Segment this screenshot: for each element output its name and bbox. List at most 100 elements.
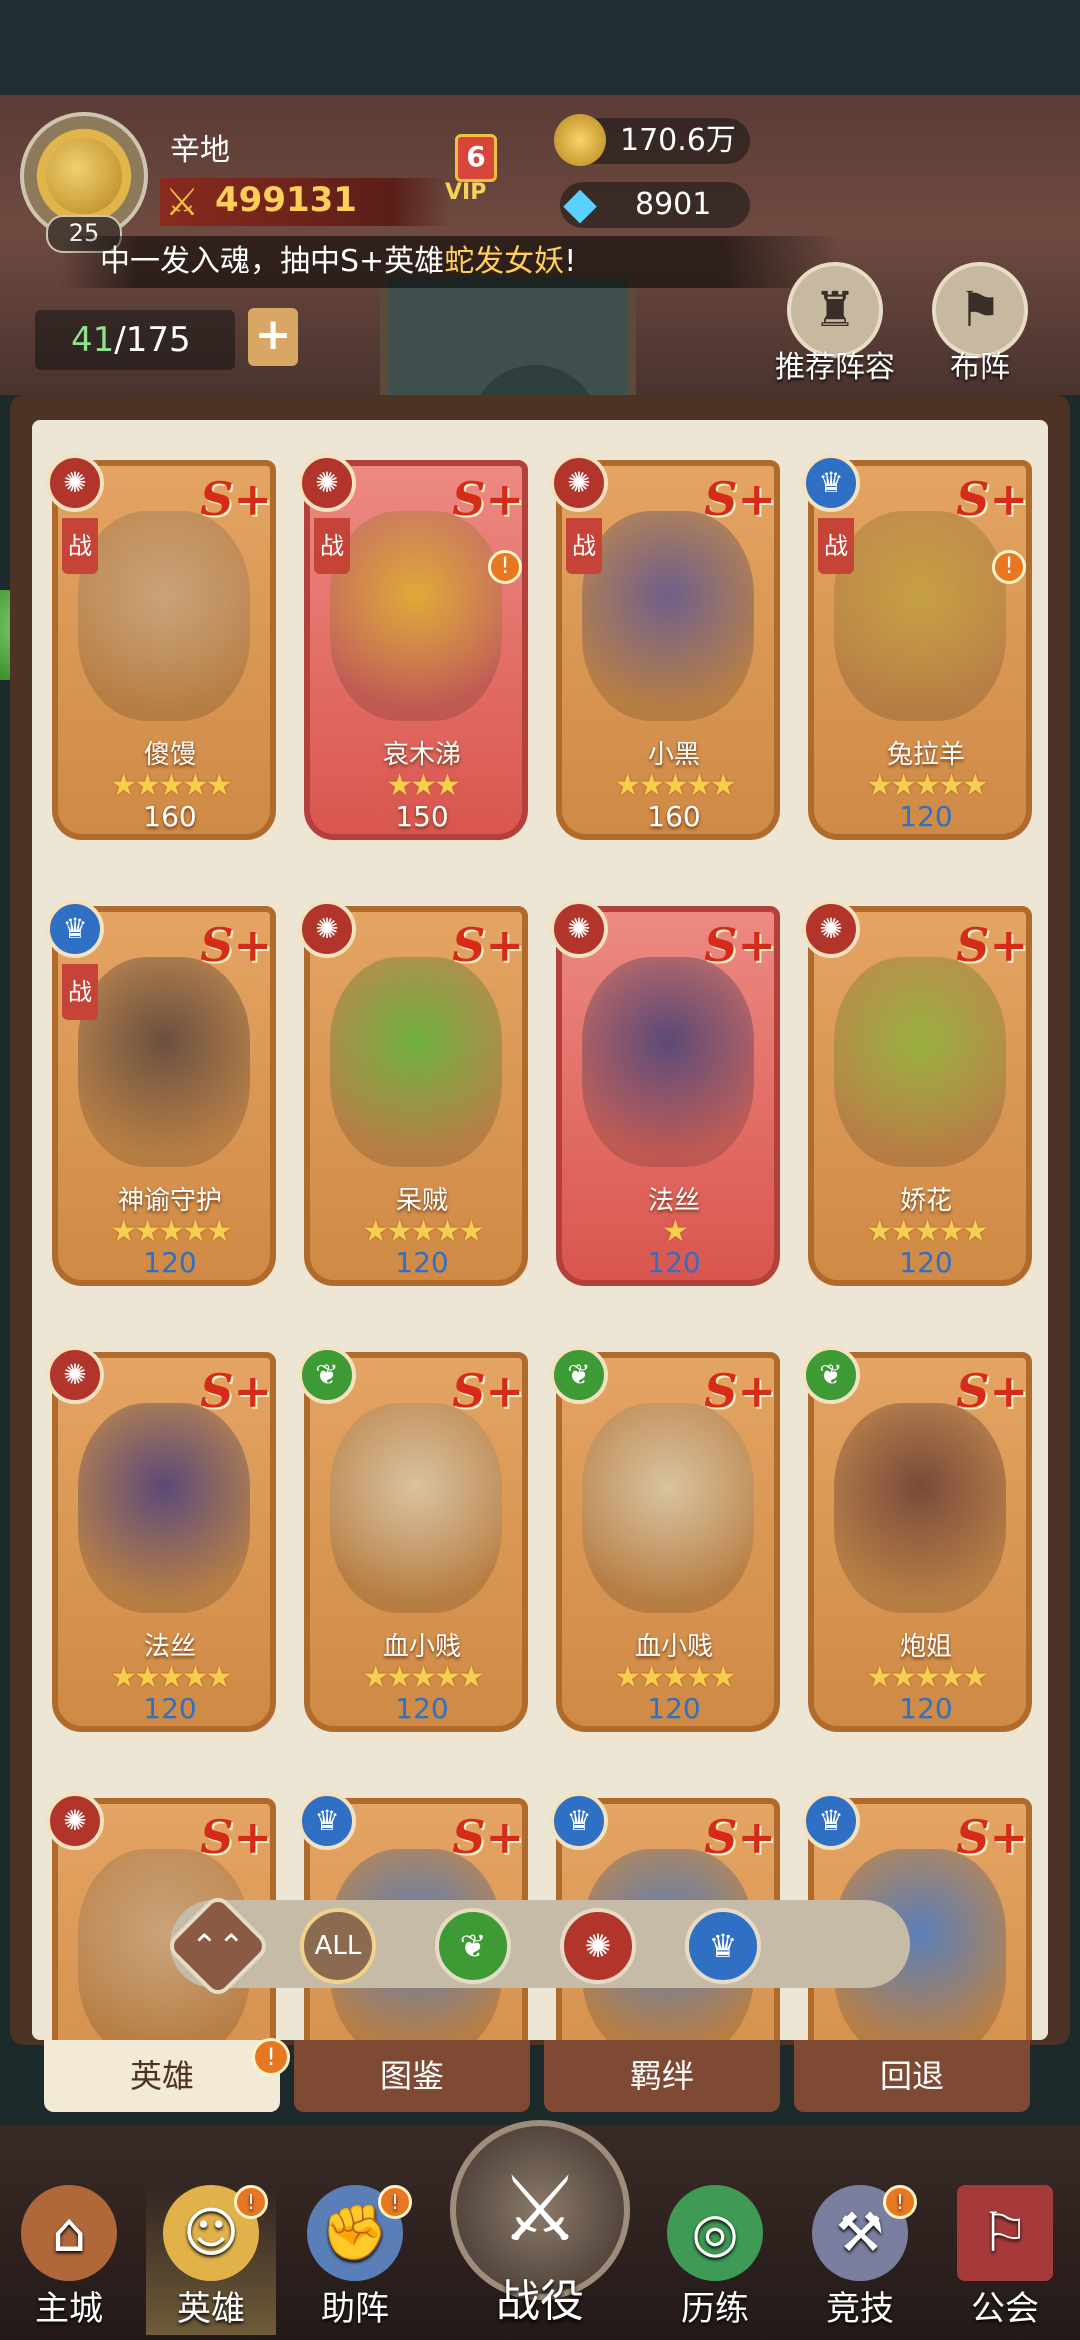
hero-star-rating: ★★★★★ [58, 768, 270, 803]
tab-revert-label: 回退 [879, 2057, 944, 2095]
hero-card-frame: S+ 战小黑 ★★★★★ 160 [556, 460, 780, 840]
hero-portrait [582, 511, 754, 721]
tab-heroes[interactable]: 英雄! [44, 2038, 290, 2112]
hero-portrait [582, 1403, 754, 1613]
nature-faction-icon: ❦ [298, 1346, 356, 1404]
nav-training[interactable]: ◎ 历练 [650, 2185, 780, 2335]
filter-horde-button[interactable]: ✺ [560, 1908, 636, 1984]
hero-card[interactable]: S+ 炮姐 ★★★★★ 120 ❦ [802, 1346, 1032, 1742]
gem-counter[interactable]: ◆ 8901 [560, 178, 750, 229]
marquee-suffix: ! [564, 244, 577, 279]
nature-faction-icon: ❦ [550, 1346, 608, 1404]
star-icon: ★ [386, 768, 413, 803]
hero-portrait [78, 1403, 250, 1613]
horde-faction-icon: ✺ [298, 900, 356, 958]
castle-icon: ⌂ [21, 2185, 117, 2281]
star-icon: ★ [457, 1660, 485, 1695]
hero-name: 小黑 [647, 740, 700, 770]
nav-main-city[interactable]: ⌂ 主城 [4, 2185, 134, 2335]
hero-card[interactable]: S+ 呆贼 ★★★★★ 120 ✺ [298, 900, 528, 1296]
nav-heroes-label: 英雄 [177, 2289, 245, 2329]
star-icon: ★ [662, 1214, 689, 1249]
nav-guild-label: 公会 [971, 2289, 1039, 2329]
nature-faction-icon: ❦ [802, 1346, 860, 1404]
hero-card[interactable]: S+ 法丝 ★ 120 ✺ [550, 900, 780, 1296]
hero-card[interactable]: S+ 战傻馒 ★★★★★ 160 ✺ [46, 454, 276, 850]
recommend-lineup-label: 推荐阵容 [775, 350, 895, 385]
gold-counter[interactable]: 170.6万 [554, 114, 750, 166]
hero-card[interactable]: S+ 血小贱 ★★★★★ 120 ❦ [298, 1346, 528, 1742]
star-icon: ★ [890, 1214, 917, 1249]
hero-card[interactable]: S+ 法丝 ★★★★★ 120 ✺ [46, 1346, 276, 1742]
panel-tabs: 英雄! 图鉴 羁绊 回退 [0, 2038, 1080, 2120]
tab-codex[interactable]: 图鉴 [294, 2040, 530, 2112]
hero-star-rating: ★ [562, 1214, 774, 1249]
hero-role-tag: 战 [314, 518, 350, 574]
hero-card[interactable]: S+ 战! 哀木涕 ★★★ 150 ✺ [298, 454, 528, 850]
horde-faction-icon: ✺ [802, 900, 860, 958]
nav-guild[interactable]: ⚐ 公会 [940, 2185, 1070, 2335]
star-icon: ★ [362, 1660, 389, 1695]
hero-rank: S+ [452, 472, 524, 526]
tab-revert[interactable]: 回退 [794, 2040, 1030, 2112]
player-name: 辛地 [170, 133, 230, 168]
tab-bonds-label: 羁绊 [629, 2057, 694, 2095]
hero-level: 120 [395, 1692, 449, 1725]
marquee-highlight: 蛇发女妖 [444, 244, 565, 279]
hero-rank: S+ [452, 918, 524, 972]
filter-alliance-button[interactable]: ♛ [685, 1908, 761, 1984]
hero-rank: S+ [704, 1810, 776, 1864]
formation-button[interactable]: ⚑ 布阵 [925, 262, 1035, 385]
star-icon: ★ [110, 1660, 137, 1695]
hero-card[interactable]: S+ 战! 兔拉羊 ★★★★★ 120 ♛ [802, 454, 1032, 850]
vip-label: VIP [445, 180, 487, 205]
hero-card-frame: S+ 血小贱 ★★★★★ 120 [556, 1352, 780, 1732]
hero-portrait [78, 511, 250, 721]
power-value: 499131 [215, 180, 357, 220]
tab-bonds[interactable]: 羁绊 [544, 2040, 780, 2112]
nav-training-label: 历练 [681, 2289, 749, 2329]
hero-card-frame: S+ 呆贼 ★★★★★ 120 [304, 906, 528, 1286]
hero-card[interactable]: S+ 娇花 ★★★★★ 120 ✺ [802, 900, 1032, 1296]
hero-portrait [78, 957, 250, 1167]
star-icon: ★ [457, 1214, 485, 1249]
hero-portrait [582, 957, 754, 1167]
hero-star-rating: ★★★★★ [310, 1660, 522, 1695]
hero-card[interactable]: S+ 战小黑 ★★★★★ 160 ✺ [550, 454, 780, 850]
expand-slots-button[interactable]: + [248, 308, 298, 366]
notification-badge: ! [488, 550, 522, 584]
banner-icon: ⚐ [957, 2185, 1053, 2281]
hero-rank: S+ [704, 1364, 776, 1418]
nav-battle[interactable]: ⚔ 战役 [445, 2120, 635, 2335]
nav-assist[interactable]: ✊ ! 助阵 [290, 2185, 420, 2335]
star-icon: ★ [205, 1660, 233, 1695]
nav-heroes[interactable]: ☺ ! 英雄 [146, 2185, 276, 2335]
star-icon: ★ [709, 768, 737, 803]
hero-level: 120 [899, 800, 953, 833]
hero-level: 120 [143, 1692, 197, 1725]
star-icon: ★ [134, 1660, 161, 1695]
nav-main-city-label: 主城 [35, 2289, 103, 2329]
hero-rank: S+ [452, 1810, 524, 1864]
star-icon: ★ [181, 1214, 209, 1249]
star-icon: ★ [890, 1660, 917, 1695]
horde-faction-icon: ✺ [46, 1346, 104, 1404]
hero-card[interactable]: S+ 战神谕守护 ★★★★★ 120 ♛ [46, 900, 276, 1296]
hero-card[interactable]: S+ 血小贱 ★★★★★ 120 ❦ [550, 1346, 780, 1742]
hero-rank: S+ [200, 1364, 272, 1418]
vip-badge[interactable]: 6 VIP [425, 122, 520, 212]
hero-star-rating: ★★★★★ [562, 768, 774, 803]
filter-nature-button[interactable]: ❦ [435, 1908, 511, 1984]
hero-rank: S+ [200, 1810, 272, 1864]
star-icon: ★ [961, 1660, 989, 1695]
vip-level: 6 [455, 134, 497, 182]
alliance-faction-icon: ♛ [802, 454, 860, 512]
recommend-lineup-button[interactable]: ♜ 推荐阵容 [775, 262, 895, 385]
hero-name: 法丝 [143, 1632, 196, 1662]
hero-panel: S+ 战傻馒 ★★★★★ 160 ✺ S+ 战! 哀木涕 ★★★ 150 ✺ S+ 战小黑 ★★★★★ 16… [10, 395, 1070, 2045]
hero-level: 160 [143, 800, 197, 833]
hero-role-tag: 战 [62, 518, 98, 574]
filter-all-button[interactable]: ALL [300, 1908, 376, 1984]
nav-arena[interactable]: ⚒ ! 竞技 [795, 2185, 925, 2335]
star-icon: ★ [614, 768, 641, 803]
